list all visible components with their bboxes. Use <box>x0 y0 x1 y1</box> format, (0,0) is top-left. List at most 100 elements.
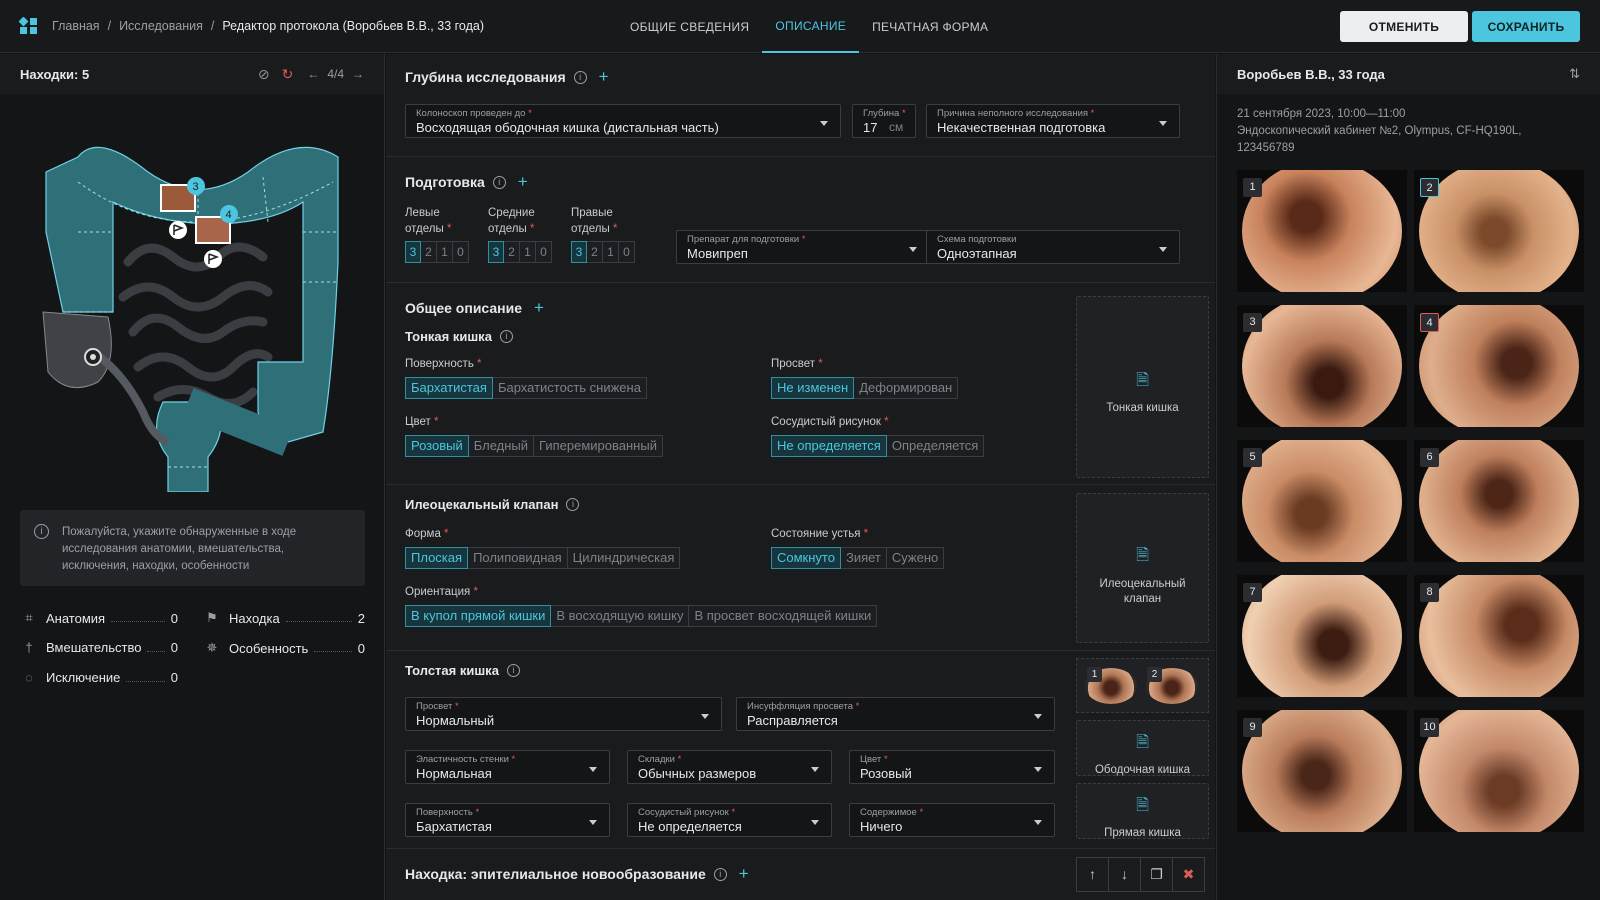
tab-general[interactable]: Общие сведения <box>617 0 762 53</box>
save-button[interactable]: СОХРАНИТЬ <box>1472 11 1580 42</box>
stat-feature[interactable]: ✵ Особенность 0 <box>203 640 365 656</box>
score-option[interactable]: 2 <box>421 241 437 263</box>
insufflation-select[interactable]: Инсуффляция просвета * Расправляется <box>736 697 1055 731</box>
info-icon[interactable]: i <box>506 664 520 677</box>
endoscopy-photo[interactable]: 6 <box>1414 440 1584 562</box>
photo-image <box>1419 305 1579 427</box>
colonoscope-depth-select[interactable]: Колоноскоп проведен до * Восходящая обод… <box>405 104 841 138</box>
endoscopy-photo[interactable]: 4 <box>1414 305 1584 427</box>
option[interactable]: Полиповидная <box>468 547 568 569</box>
score-option[interactable]: 1 <box>520 241 536 263</box>
option[interactable]: В купол прямой кишки <box>405 605 552 627</box>
info-icon[interactable]: i <box>573 70 587 84</box>
score-option[interactable]: 0 <box>619 241 635 263</box>
option[interactable]: Деформирован <box>854 377 959 399</box>
option[interactable]: Не изменен <box>771 377 855 399</box>
endoscopy-photo[interactable]: 7 <box>1237 575 1407 697</box>
breadcrumb-studies[interactable]: Исследования <box>119 19 203 33</box>
content-select[interactable]: Содержимое * Ничего <box>849 803 1055 837</box>
option[interactable]: Сомкнуто <box>771 547 841 569</box>
move-down-icon[interactable]: ↓ <box>1108 857 1141 892</box>
stat-exclusion[interactable]: ◌ Исключение 0 <box>20 670 178 685</box>
colon-lumen-select[interactable]: Просвет * Нормальный <box>405 697 722 731</box>
endoscopy-photo[interactable]: 1 <box>1237 170 1407 292</box>
score-option[interactable]: 3 <box>488 241 504 263</box>
rectum-dropzone[interactable]: 🗎 Прямая кишка <box>1076 783 1209 839</box>
info-icon[interactable]: i <box>713 867 727 881</box>
label-text: Правые отделы <box>571 207 613 235</box>
add-icon[interactable]: + <box>599 67 609 87</box>
option[interactable]: Бархатистая <box>405 377 493 399</box>
option[interactable]: Цилиндрическая <box>567 547 681 569</box>
colon-surface-select[interactable]: Поверхность * Бархатистая <box>405 803 610 837</box>
info-icon[interactable]: i <box>492 175 506 189</box>
depth-input[interactable]: Глубина * 17 см <box>852 104 916 138</box>
tab-print-form[interactable]: Печатная форма <box>859 0 1001 53</box>
score-option[interactable]: 3 <box>405 241 421 263</box>
score-option[interactable]: 0 <box>536 241 552 263</box>
refresh-icon[interactable]: ↻ <box>282 66 294 83</box>
score-option[interactable]: 0 <box>453 241 469 263</box>
option[interactable]: Определяется <box>886 435 985 457</box>
cancel-button[interactable]: ОТМЕНИТЬ <box>1340 11 1468 42</box>
colon-dropzone[interactable]: 🗎 Ободочная кишка <box>1076 720 1209 776</box>
prep-scheme-select[interactable]: Схема подготовки Одноэтапная <box>926 230 1180 264</box>
add-icon[interactable]: + <box>534 298 544 318</box>
add-icon[interactable]: + <box>518 172 528 192</box>
colon-thumbnails[interactable]: 1 2 <box>1076 658 1209 713</box>
option[interactable]: Плоская <box>405 547 469 569</box>
score-option[interactable]: 3 <box>571 241 587 263</box>
valve-form-options: Плоская Полиповидная Цилиндрическая <box>405 547 681 569</box>
endoscopy-photo[interactable]: 3 <box>1237 305 1407 427</box>
arrow-right-icon[interactable]: → <box>352 67 364 81</box>
surface-options: Бархатистая Бархатистость снижена <box>405 377 647 399</box>
prep-drug-select[interactable]: Препарат для подготовки * Мовипреп <box>676 230 930 264</box>
sort-icon[interactable]: ⇅ <box>1569 66 1580 82</box>
small-intestine-dropzone[interactable]: 🗎 Тонкая кишка <box>1076 296 1209 478</box>
add-icon[interactable]: + <box>739 864 749 884</box>
endoscopy-photo[interactable]: 2 <box>1414 170 1584 292</box>
chevron-down-icon <box>1034 714 1042 719</box>
score-option[interactable]: 1 <box>603 241 619 263</box>
colon-color-select[interactable]: Цвет * Розовый <box>849 750 1055 784</box>
stat-intervention[interactable]: † Вмешательство 0 <box>20 640 178 655</box>
stat-anatomy[interactable]: ⌗ Анатомия 0 <box>20 610 178 626</box>
option[interactable]: В восходящую кишку <box>551 605 690 627</box>
endoscopy-photo[interactable]: 9 <box>1237 710 1407 832</box>
breadcrumb-home[interactable]: Главная <box>52 19 100 33</box>
delete-icon[interactable]: ✖ <box>1172 857 1205 892</box>
app-logo-icon[interactable] <box>18 15 40 37</box>
option[interactable]: Розовый <box>405 435 469 457</box>
option[interactable]: Не определяется <box>771 435 887 457</box>
incomplete-reason-select[interactable]: Причина неполного исследования * Некачес… <box>926 104 1180 138</box>
score-option[interactable]: 2 <box>504 241 520 263</box>
option[interactable]: Сужено <box>886 547 945 569</box>
folds-select[interactable]: Складки * Обычных размеров <box>627 750 832 784</box>
hide-icon[interactable]: ⊘ <box>258 66 270 83</box>
dots-leader <box>314 644 352 652</box>
field-label: Препарат для подготовки <box>687 234 800 245</box>
score-option[interactable]: 2 <box>587 241 603 263</box>
elasticity-select[interactable]: Эластичность стенки * Нормальная <box>405 750 610 784</box>
endoscopy-photo[interactable]: 5 <box>1237 440 1407 562</box>
info-icon[interactable]: i <box>566 498 580 511</box>
colon-anatomy-map[interactable]: 3 4 <box>38 112 348 492</box>
stat-finding[interactable]: ⚑ Находка 2 <box>203 610 365 626</box>
colon-vascular-select[interactable]: Сосудистый рисунок * Не определяется <box>627 803 832 837</box>
option[interactable]: В просвет восходящей кишки <box>689 605 878 627</box>
option[interactable]: Зияет <box>840 547 887 569</box>
valve-dropzone[interactable]: 🗎 Илеоцекальный клапан <box>1076 493 1209 643</box>
label-text: Состояние устья <box>771 528 861 540</box>
option[interactable]: Гиперемированный <box>534 435 663 457</box>
tab-description[interactable]: Описание <box>762 0 860 53</box>
field-value: Бархатистая <box>416 819 492 834</box>
copy-icon[interactable]: ❐ <box>1140 857 1173 892</box>
option[interactable]: Бархатистость снижена <box>492 377 647 399</box>
endoscopy-photo[interactable]: 8 <box>1414 575 1584 697</box>
move-up-icon[interactable]: ↑ <box>1076 857 1109 892</box>
endoscopy-photo[interactable]: 10 <box>1414 710 1584 832</box>
arrow-left-icon[interactable]: ← <box>307 67 319 81</box>
score-option[interactable]: 1 <box>437 241 453 263</box>
info-icon[interactable]: i <box>499 330 513 343</box>
option[interactable]: Бледный <box>468 435 535 457</box>
